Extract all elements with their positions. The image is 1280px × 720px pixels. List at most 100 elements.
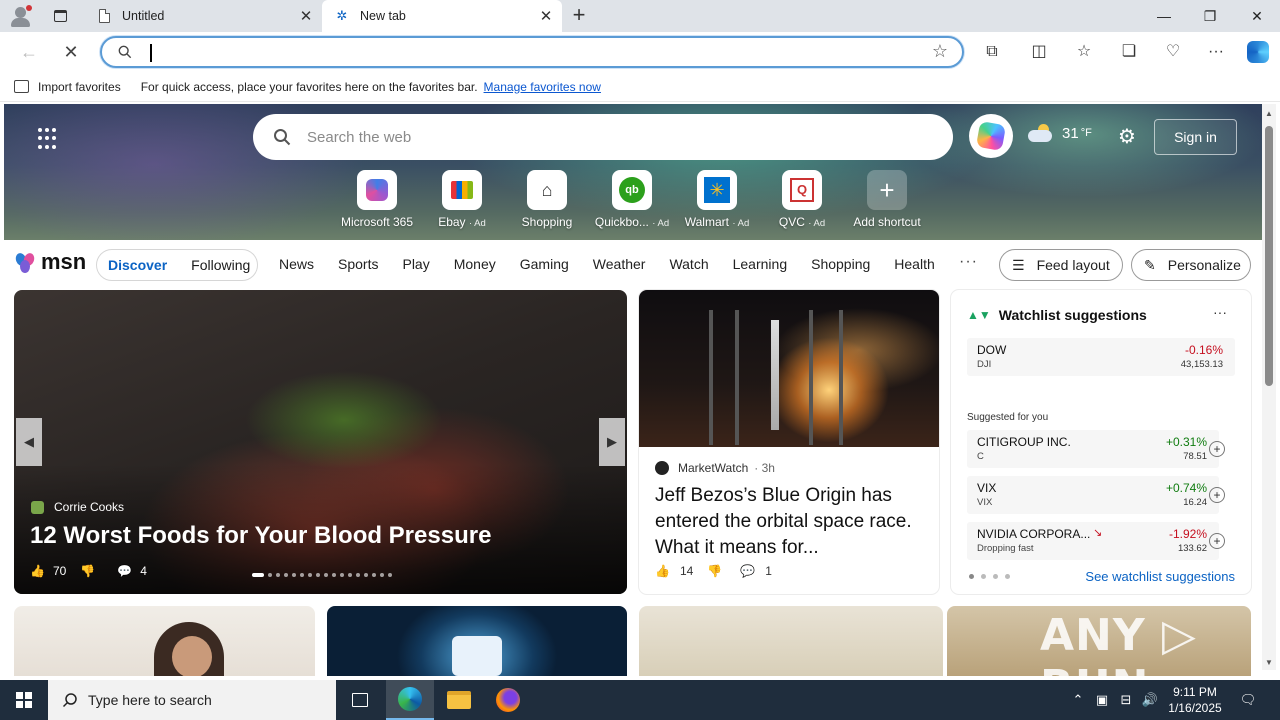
article-title[interactable]: 12 Worst Foods for Your Blood Pressure — [30, 522, 491, 550]
nav-learning[interactable]: Learning — [733, 256, 788, 272]
article-card-food[interactable] — [639, 606, 943, 676]
browser-essentials-icon[interactable]: ♡ — [1159, 38, 1187, 66]
network-icon[interactable]: ⊟ — [1116, 680, 1136, 720]
article-card-cloud-lock[interactable] — [327, 606, 627, 676]
notifications-icon[interactable]: 🗨 — [1236, 680, 1260, 720]
favorites-icon[interactable]: ☆ — [1070, 38, 1098, 66]
weather-widget[interactable]: 31 °F — [1028, 124, 1092, 142]
add-to-watchlist-button[interactable]: + — [1209, 533, 1225, 549]
shortcut-ebay[interactable]: Ebay · Ad — [420, 170, 504, 229]
scroll-up-icon[interactable]: ▲ — [1265, 109, 1273, 118]
more-categories-button[interactable]: ··· — [959, 253, 978, 271]
stock-row-nvidia[interactable]: NVIDIA CORPORA... ↘ Dropping fast -1.92%… — [967, 522, 1219, 560]
task-view-icon[interactable] — [336, 680, 384, 720]
copilot-button[interactable] — [969, 114, 1013, 158]
tab-actions-icon[interactable] — [48, 5, 72, 27]
import-favorites-button[interactable]: Import favorites — [14, 80, 121, 94]
nav-sports[interactable]: Sports — [338, 256, 378, 272]
feed-toggle: Discover Following — [96, 249, 258, 281]
stock-name: NVIDIA CORPORA... — [977, 527, 1091, 541]
scroll-down-icon[interactable]: ▼ — [1265, 658, 1273, 667]
shortcut-qvc[interactable]: Q QVC · Ad — [760, 170, 844, 229]
comment-icon[interactable]: 💬 — [117, 564, 132, 578]
address-bar[interactable]: ☆ — [100, 36, 964, 68]
comment-icon[interactable]: 💬 — [740, 564, 755, 578]
taskbar-search-box[interactable]: Type here to search — [48, 680, 336, 720]
shortcut-quickbooks[interactable]: qb Quickbo... · Ad — [590, 170, 674, 229]
minimize-button[interactable]: — — [1141, 0, 1187, 32]
nav-gaming[interactable]: Gaming — [520, 256, 569, 272]
news-article-card[interactable]: MarketWatch · 3h Jeff Bezos’s Blue Origi… — [639, 290, 939, 594]
extensions-icon[interactable]: ⧉ — [978, 38, 1006, 66]
split-screen-icon[interactable]: ◫ — [1025, 38, 1053, 66]
volume-icon[interactable]: 🔊 — [1140, 680, 1160, 720]
carousel-next-button[interactable]: ▶ — [599, 418, 625, 466]
msn-logo[interactable]: msn — [14, 249, 86, 275]
start-button[interactable] — [0, 680, 48, 720]
nav-play[interactable]: Play — [402, 256, 429, 272]
close-tab-icon[interactable]: ✕ — [294, 7, 318, 25]
nav-watch[interactable]: Watch — [669, 256, 708, 272]
close-window-button[interactable]: ✕ — [1234, 0, 1280, 32]
stop-loading-button[interactable]: ✕ — [56, 38, 86, 66]
show-hidden-icons-icon[interactable]: ⌃ — [1068, 680, 1088, 720]
tab-following[interactable]: Following — [191, 257, 250, 273]
new-tab-button[interactable]: + — [566, 4, 592, 28]
back-button[interactable]: ← — [14, 38, 44, 66]
taskbar-search-placeholder: Type here to search — [88, 692, 212, 708]
article-headline[interactable]: Jeff Bezos’s Blue Origin has entered the… — [655, 483, 923, 561]
system-clock[interactable]: 9:11 PM 1/16/2025 — [1160, 684, 1230, 716]
firefox-icon[interactable] — [484, 680, 532, 720]
like-icon[interactable]: 👍 — [655, 564, 670, 578]
tab-untitled[interactable]: Untitled ✕ — [84, 0, 322, 32]
profile-avatar-icon[interactable] — [8, 4, 34, 28]
shortcut-shopping[interactable]: ⌂ Shopping — [505, 170, 589, 229]
stock-row-dow[interactable]: DOW DJI -0.16% 43,153.13 — [967, 338, 1235, 376]
edge-taskbar-icon[interactable] — [386, 680, 434, 720]
feed-layout-button[interactable]: ☰ Feed layout — [999, 249, 1123, 281]
shortcut-microsoft-365[interactable]: Microsoft 365 — [335, 170, 419, 229]
stock-row-vix[interactable]: VIX VIX +0.74% 16.24 — [967, 476, 1219, 514]
shortcut-walmart[interactable]: ✳ Walmart · Ad — [675, 170, 759, 229]
restore-button[interactable]: ❐ — [1187, 0, 1233, 32]
ad-label: · Ad — [652, 218, 670, 229]
article-card-woman[interactable] — [14, 606, 315, 676]
favorite-star-icon[interactable]: ☆ — [932, 41, 948, 62]
dislike-icon[interactable]: 👎 — [707, 564, 722, 578]
scrollbar-thumb[interactable] — [1265, 126, 1273, 386]
watchlist-more-button[interactable]: ··· — [1213, 304, 1227, 320]
like-icon[interactable]: 👍 — [30, 564, 45, 578]
feature-article-card[interactable]: ◀ ▶ Corrie Cooks 12 Worst Foods for Your… — [14, 290, 627, 594]
settings-more-icon[interactable]: ··· — [1202, 38, 1230, 66]
device-icon[interactable]: ▣ — [1092, 680, 1112, 720]
copilot-icon[interactable] — [1244, 38, 1272, 66]
collections-icon[interactable]: ❏ — [1115, 38, 1143, 66]
add-to-watchlist-button[interactable]: + — [1209, 441, 1225, 457]
close-tab-icon[interactable]: ✕ — [534, 7, 558, 25]
manage-favorites-link[interactable]: Manage favorites now — [484, 80, 601, 94]
tab-new-tab[interactable]: ✲ New tab ✕ — [322, 0, 562, 32]
stock-symbol: VIX — [977, 497, 993, 508]
nav-health[interactable]: Health — [894, 256, 934, 272]
page-settings-gear-icon[interactable]: ⚙ — [1116, 126, 1138, 148]
add-shortcut-button[interactable]: + Add shortcut — [845, 170, 929, 229]
address-input[interactable] — [154, 42, 894, 64]
personalize-label: Personalize — [1167, 257, 1241, 273]
page-scrollbar[interactable]: ▲ ▼ — [1262, 104, 1276, 670]
app-launcher-icon[interactable] — [38, 128, 60, 150]
web-search-box[interactable]: Search the web — [253, 114, 953, 160]
article-source: Corrie Cooks — [31, 500, 124, 514]
see-watchlist-link[interactable]: See watchlist suggestions — [1085, 569, 1235, 584]
file-explorer-icon[interactable] — [435, 680, 483, 720]
carousel-prev-button[interactable]: ◀ — [16, 418, 42, 466]
dislike-icon[interactable]: 👎 — [80, 564, 95, 578]
nav-money[interactable]: Money — [454, 256, 496, 272]
nav-news[interactable]: News — [279, 256, 314, 272]
nav-shopping[interactable]: Shopping — [811, 256, 870, 272]
nav-weather[interactable]: Weather — [593, 256, 646, 272]
stock-row-citigroup[interactable]: CITIGROUP INC. C +0.31% 78.51 — [967, 430, 1219, 468]
sign-in-button[interactable]: Sign in — [1154, 119, 1237, 155]
tab-discover[interactable]: Discover — [108, 257, 167, 273]
personalize-button[interactable]: ✎ Personalize — [1131, 249, 1251, 281]
add-to-watchlist-button[interactable]: + — [1209, 487, 1225, 503]
